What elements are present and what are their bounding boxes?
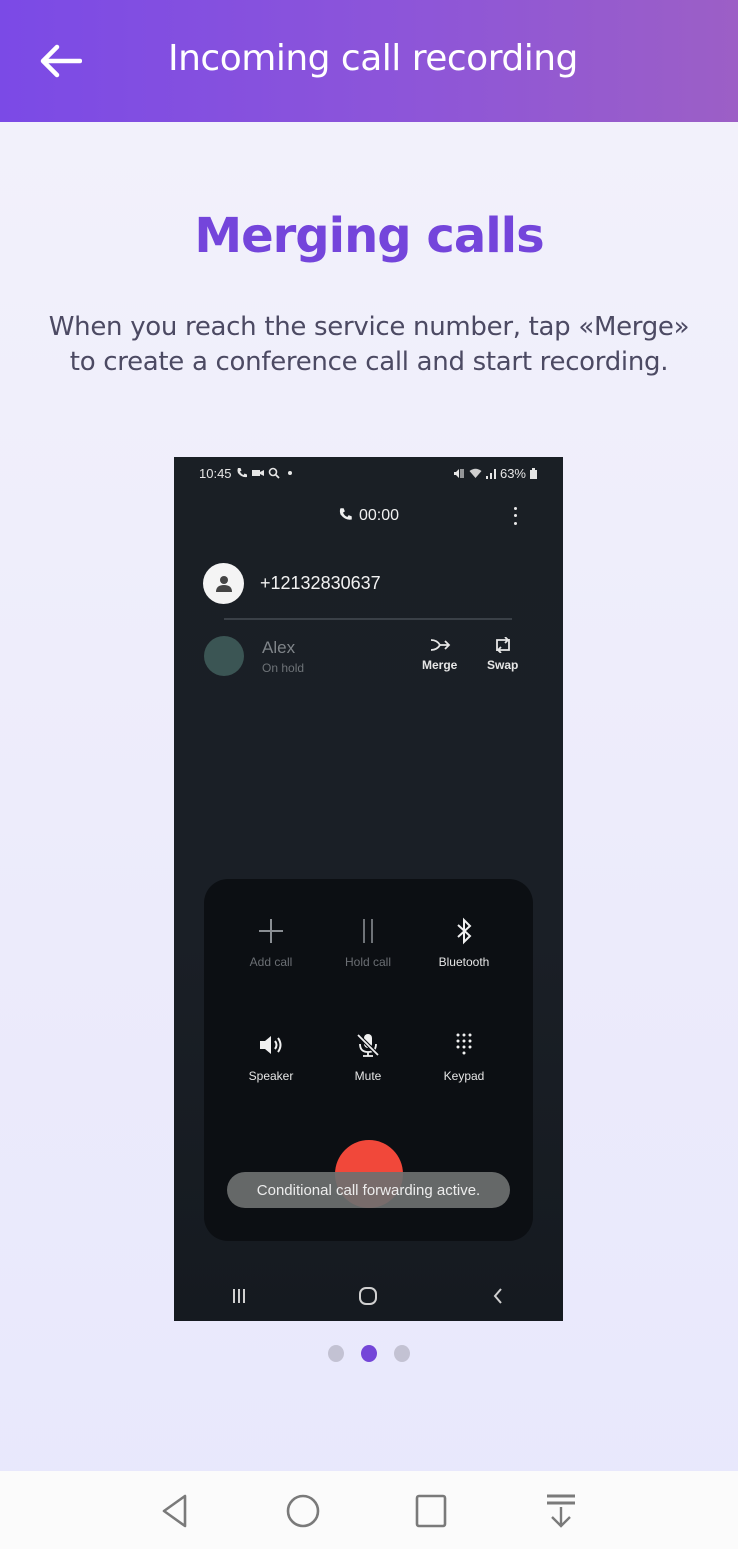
slide-title: Merging calls <box>194 208 544 264</box>
caller-number: +12132830637 <box>260 573 381 593</box>
call-timer: 00:00 <box>174 507 563 525</box>
speaker-label: Speaker <box>248 1069 294 1083</box>
keypad-label: Keypad <box>443 1069 485 1083</box>
phone-recents-button[interactable] <box>219 1281 259 1311</box>
speaker-icon <box>260 1036 282 1054</box>
phone-screenshot: 10:45 63% 00:00 +12132830637 Alex On hol… <box>174 457 563 1321</box>
merge-button[interactable]: Merge <box>422 637 457 672</box>
call-timer-value: 00:00 <box>358 507 400 524</box>
bluetooth-button[interactable]: Bluetooth <box>414 917 514 969</box>
page-dot-2-active[interactable] <box>361 1345 377 1362</box>
mute-indicator-icon <box>453 468 464 478</box>
page-indicator <box>0 1345 738 1362</box>
divider <box>224 618 512 620</box>
held-caller: Alex On hold <box>204 636 304 676</box>
recents-lines-icon <box>232 1289 245 1303</box>
merge-icon <box>430 639 450 651</box>
active-caller: +12132830637 <box>203 563 381 604</box>
mute-label: Mute <box>354 1069 382 1083</box>
system-notification-button[interactable] <box>539 1489 583 1533</box>
page-dot-1[interactable] <box>328 1345 344 1362</box>
search-icon <box>268 467 280 479</box>
home-icon <box>286 1494 320 1528</box>
phone-call-icon <box>339 508 352 520</box>
swap-icon <box>495 637 510 653</box>
add-call-label: Add call <box>249 955 293 969</box>
mute-button[interactable]: Mute <box>318 1031 418 1083</box>
battery-level: 63% <box>499 465 526 481</box>
person-icon <box>215 575 232 592</box>
hold-call-button[interactable]: Hold call <box>318 917 418 969</box>
hold-call-label: Hold call <box>344 955 392 969</box>
toast-message: Conditional call forwarding active. <box>227 1172 510 1208</box>
system-recents-button[interactable] <box>409 1489 453 1533</box>
signal-icon <box>485 468 496 479</box>
phone-home-button[interactable] <box>348 1281 388 1311</box>
merge-label: Merge <box>422 658 458 672</box>
bluetooth-icon <box>457 917 472 945</box>
arrow-left-icon <box>40 44 82 78</box>
plus-icon <box>259 919 283 943</box>
app-bar: Incoming call recording <box>0 0 738 122</box>
home-icon <box>359 1287 378 1305</box>
phone-status-bar: 10:45 63% <box>199 465 537 481</box>
battery-icon <box>530 467 537 479</box>
pause-icon <box>363 919 373 943</box>
system-back-button[interactable] <box>153 1489 197 1533</box>
keypad-icon <box>456 1033 472 1055</box>
bluetooth-label: Bluetooth <box>438 955 490 969</box>
recents-icon <box>415 1494 447 1528</box>
swap-label: Swap <box>487 658 519 672</box>
back-icon <box>162 1494 187 1528</box>
phone-call-icon <box>237 468 247 478</box>
phone-nav-bar <box>174 1271 563 1321</box>
held-caller-status: On hold <box>262 660 305 675</box>
wifi-icon <box>469 468 482 478</box>
mic-off-icon <box>356 1033 380 1057</box>
held-caller-avatar <box>204 636 244 676</box>
notification-pull-icon <box>547 1494 575 1528</box>
speaker-button[interactable]: Speaker <box>221 1031 321 1083</box>
phone-back-button[interactable] <box>478 1281 518 1311</box>
notification-dot-icon <box>287 471 292 475</box>
add-call-button[interactable]: Add call <box>221 917 321 969</box>
page-title: Incoming call recording <box>168 38 578 79</box>
page-dot-3[interactable] <box>394 1345 410 1362</box>
status-time: 10:45 <box>199 465 232 481</box>
chevron-left-icon <box>493 1288 502 1304</box>
more-options-icon[interactable] <box>508 505 522 527</box>
slide-description: When you reach the service number, tap «… <box>48 312 690 377</box>
back-button[interactable] <box>36 40 84 82</box>
held-caller-name: Alex <box>262 637 296 657</box>
video-icon <box>251 470 264 476</box>
caller-avatar <box>203 563 244 604</box>
system-home-button[interactable] <box>281 1489 325 1533</box>
swap-button[interactable]: Swap <box>487 637 518 672</box>
system-nav-bar <box>0 1471 738 1549</box>
keypad-button[interactable]: Keypad <box>414 1031 514 1083</box>
